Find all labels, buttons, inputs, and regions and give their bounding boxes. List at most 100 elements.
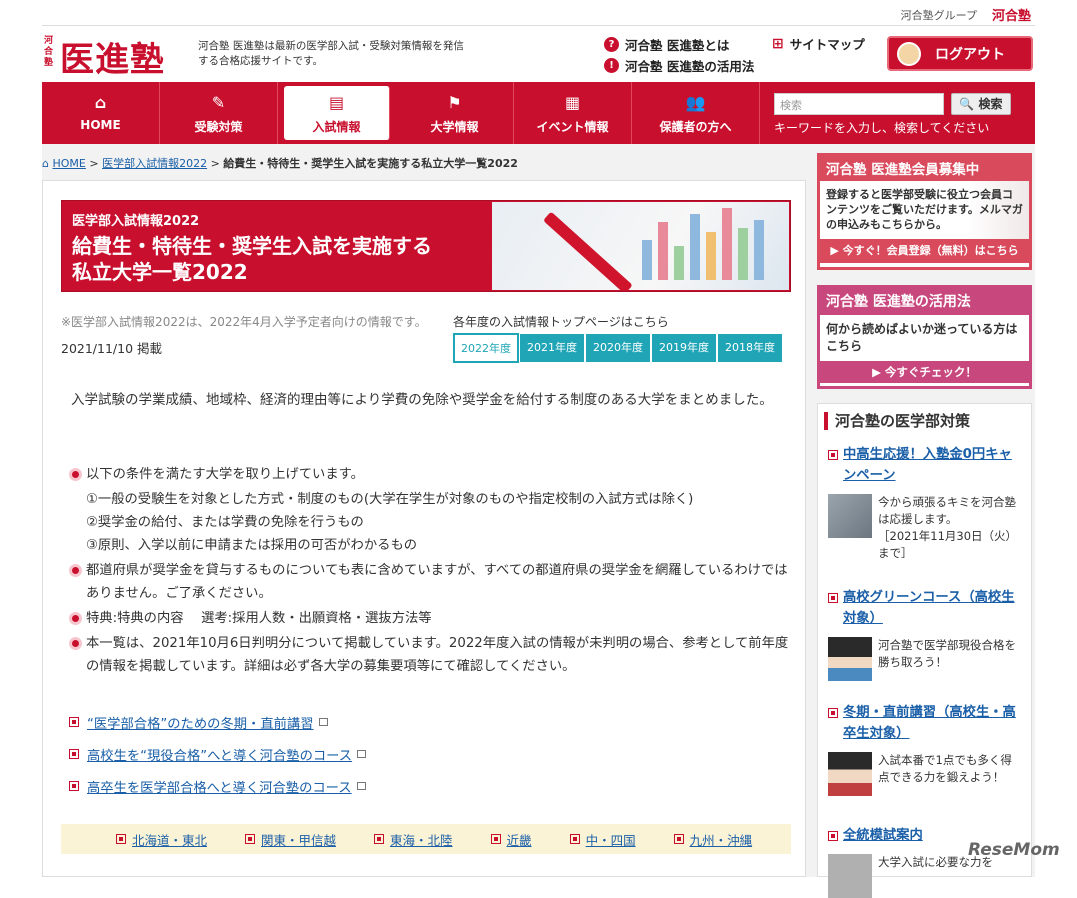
hero-image [492, 202, 789, 290]
logout-button[interactable]: ログアウト [887, 36, 1033, 71]
calendar-icon: ▦ [564, 93, 581, 112]
student-illustration [828, 637, 872, 681]
banner-title: 河合塾 医進塾の活用法 [820, 288, 1029, 315]
region-chugoku-shikoku[interactable]: 中・四国 [569, 830, 636, 849]
related-links: “医学部合格”のための冬期・直前講習 高校生を“現役合格”へと導く河合塾のコース… [69, 706, 367, 802]
nav-exam-prep[interactable]: ✎ 受験対策 [160, 82, 278, 144]
year-tab-2022[interactable]: 2022年度 [453, 333, 519, 363]
breadcrumb-current: 給費生・特待生・奨学生入試を実施する私立大学一覧2022 [223, 157, 518, 170]
region-tokai-hokuriku[interactable]: 東海・北陸 [374, 830, 453, 849]
search-button[interactable]: 🔍 検索 [951, 93, 1011, 115]
region-kyushu-okinawa[interactable]: 九州・沖縄 [673, 830, 752, 849]
sidebar-panel: 河合塾の医学部対策 中高生応援！入塾金0円キャンペーン 今から頑張るキミを河合塾… [817, 403, 1032, 898]
group-logo[interactable]: 河合塾 [992, 5, 1031, 24]
link-arrow-icon [828, 593, 838, 603]
sidebar-heading: 河合塾の医学部対策 [824, 412, 970, 430]
nav-admission-info[interactable]: ▤ 入試情報 [284, 86, 390, 140]
group-bar: 河合塾グループ 河合塾 [42, 0, 1035, 26]
hero-subtitle: 医学部入試情報2022 [72, 214, 200, 229]
student-illustration [828, 752, 872, 796]
banner-title: 河合塾 医進塾会員募集中 [820, 156, 1029, 181]
conditions-list: 以下の条件を満たす大学を取り上げています。 ①一般の受験生を対象とした方式・制度… [69, 463, 789, 680]
people-icon: 👥 [685, 93, 706, 112]
link-arrow-icon [116, 834, 126, 844]
link-graduate-course[interactable]: 高卒生を医学部合格へと導く河合塾のコース [69, 770, 366, 802]
sitemap-icon: ⊞ [772, 35, 784, 52]
member-signup-banner[interactable]: 河合塾 医進塾会員募集中 登録すると医学部受験に役立つ会員コンテンツをご覧いただ… [817, 153, 1032, 270]
header-links: ? 河合塾 医進塾とは ! 河合塾 医進塾の活用法 [604, 34, 754, 76]
link-winter-course[interactable]: “医学部合格”のための冬期・直前講習 [69, 706, 366, 738]
sidebar-item-green-course: 高校グリーンコース（高校生対象） 河合塾で医学部現役合格を勝ち取ろう！ [828, 587, 1023, 681]
question-icon: ? [604, 37, 619, 52]
exclamation-icon: ! [604, 58, 619, 73]
year-tab-2018[interactable]: 2018年度 [717, 333, 783, 363]
link-arrow-icon [828, 450, 838, 460]
year-tab-2019[interactable]: 2019年度 [651, 333, 717, 363]
sitemap-link[interactable]: ⊞ サイトマップ [772, 34, 865, 53]
link-arrow-icon [69, 717, 79, 727]
sidebar-item-campaign: 中高生応援！入塾金0円キャンペーン 今から頑張るキミを河合塾は応援します。 ［20… [828, 444, 1023, 562]
year-tabs: 2022年度 2021年度 2020年度 2019年度 2018年度 [453, 333, 783, 363]
page-title-line1: 給費生・特待生・奨学生入試を実施する [72, 234, 432, 258]
watermark-logo: ReseMom [968, 840, 1060, 860]
about-link[interactable]: ? 河合塾 医進塾とは [604, 34, 754, 55]
year-tab-2021[interactable]: 2021年度 [519, 333, 585, 363]
banner-body: 何から読めばよいか迷っている方はこちら [826, 322, 1018, 353]
home-icon: ⌂ [94, 93, 107, 112]
link-arrow-icon [828, 831, 838, 841]
avatar-icon [897, 41, 921, 66]
bullet-icon [69, 612, 82, 625]
home-small-icon: ⌂ [42, 157, 49, 170]
link-highschool-course[interactable]: 高校生を“現役合格”へと導く河合塾のコース [69, 738, 367, 770]
external-link-icon [357, 750, 367, 758]
nav-university-info[interactable]: ⚑ 大学情報 [396, 82, 514, 144]
nav-home[interactable]: ⌂ HOME [42, 82, 160, 144]
link-arrow-icon [374, 834, 385, 844]
condition-3: ③原則、入学以前に申請または採用の可否がわかるもの [86, 538, 418, 553]
usage-guide-banner[interactable]: 河合塾 医進塾の活用法 何から読めばよいか迷っている方はこちら ▶ 今すぐチェッ… [817, 285, 1032, 389]
condition-2: ②奨学金の給付、または学費の免除を行うもの [86, 515, 364, 530]
region-kanto-koshinetsu[interactable]: 関東・甲信越 [245, 830, 336, 849]
bullet-icon [69, 637, 82, 650]
year-note: ※医学部入試情報2022は、2022年4月入学予定者向けの情報です。 [61, 315, 427, 329]
year-top-link[interactable]: 各年度の入試情報トップページはこちら [453, 313, 669, 330]
list-item: 以下の条件を満たす大学を取り上げています。 [69, 463, 789, 486]
sidebar-item-winter-course: 冬期・直前講習（高校生・高卒生対象） 入試本番で1点でも多く得点できる力を鍛えよ… [828, 702, 1023, 796]
search-input[interactable]: 検索 [774, 93, 944, 115]
page-title-line2: 私立大学一覧2022 [72, 260, 248, 284]
link-arrow-icon [673, 834, 684, 844]
nav-events[interactable]: ▦ イベント情報 [514, 82, 632, 144]
usage-link[interactable]: ! 河合塾 医進塾の活用法 [604, 55, 754, 76]
nav-parents[interactable]: 👥 保護者の方へ [632, 82, 760, 144]
thumbnail-image [828, 854, 872, 898]
site-header: 河合塾 医進塾 河合塾 医進塾は最新の医学部入試・受験対策情報を発信する合格応援… [42, 26, 1035, 82]
link-arrow-icon [245, 834, 256, 844]
year-tab-2020[interactable]: 2020年度 [585, 333, 651, 363]
bullet-icon [69, 564, 82, 577]
breadcrumb-home[interactable]: HOME [52, 157, 85, 170]
region-hokkaido-tohoku[interactable]: 北海道・東北 [116, 830, 207, 849]
main-content: 医学部入試情報2022 給費生・特待生・奨学生入試を実施する 私立大学一覧202… [42, 180, 806, 877]
link-arrow-icon [490, 834, 501, 844]
external-link-icon [356, 782, 366, 790]
breadcrumb-level2[interactable]: 医学部入試情報2022 [102, 157, 207, 170]
list-item: 本一覧は、2021年10月6日判明分について掲載しています。2022年度入試の情… [69, 632, 789, 678]
thumbnail-image [828, 494, 872, 538]
region-nav: 北海道・東北 関東・甲信越 東海・北陸 近畿 中・四国 九州・沖縄 [61, 824, 791, 854]
logo-small[interactable]: 河合塾 [44, 36, 58, 69]
list-item: 特典:特典の内容 選考:採用人数・出願資格・選抜方法等 [69, 607, 789, 630]
list-item: 都道府県が奨学金を貸与するものについても表に含めていますが、すべての都道府県の奨… [69, 559, 789, 605]
intro-text: 入学試験の学業成績、地域枠、経済的理由等により学費の免除や奨学金を給付する制度の… [71, 392, 773, 408]
bullet-icon [69, 468, 82, 481]
pencil-icon: ✎ [211, 93, 226, 112]
banner-cta: ▶ 今すぐ！会員登録（無料）はこちら [820, 239, 1029, 263]
link-arrow-icon [828, 708, 838, 718]
group-text: 河合塾グループ [900, 9, 977, 22]
banner-cta: ▶ 今すぐチェック！ [820, 361, 1029, 383]
condition-1: ①一般の受験生を対象とした方式・制度のもの(大学在学生が対象のものや指定校制の入… [86, 492, 694, 507]
site-logo[interactable]: 医進塾 [60, 32, 165, 81]
link-arrow-icon [69, 749, 79, 759]
sidebar-item-mock-exam: 全統模試案内 大学入試に必要な力を [828, 825, 1023, 898]
search-hint: キーワードを入力し、検索してください [774, 121, 990, 135]
region-kinki[interactable]: 近畿 [490, 830, 532, 849]
